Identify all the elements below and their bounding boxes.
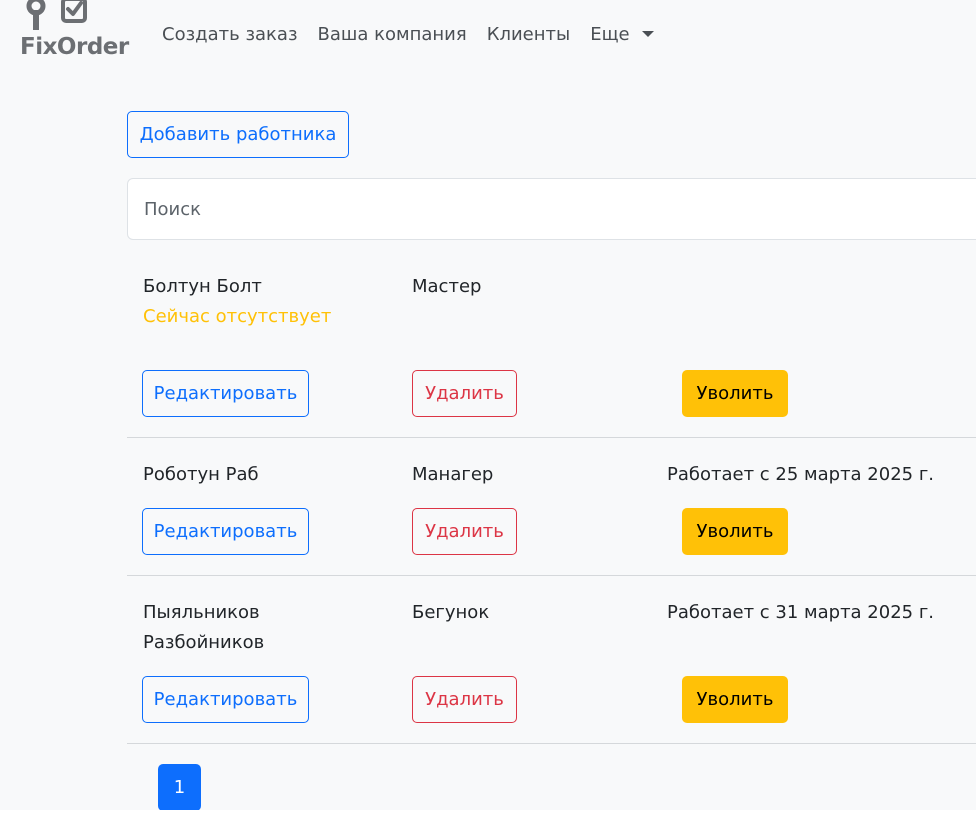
row-divider <box>127 437 976 438</box>
fire-button[interactable]: Уволить <box>682 508 788 555</box>
fire-button[interactable]: Уволить <box>682 676 788 723</box>
nav-your-company[interactable]: Ваша компания <box>318 24 467 45</box>
employee-since: Работает с 31 марта 2025 г. <box>667 602 935 623</box>
delete-button[interactable]: Удалить <box>412 370 517 417</box>
logo[interactable]: FixOrder <box>18 0 129 68</box>
delete-button[interactable]: Удалить <box>412 676 517 723</box>
employee-name: Болтун Болт <box>143 276 262 297</box>
top-nav: Создать заказ Ваша компания Клиенты Еще <box>162 20 674 48</box>
edit-button[interactable]: Редактировать <box>142 370 309 417</box>
employee-role: Манагер <box>412 464 494 485</box>
employee-role: Мастер <box>412 276 482 297</box>
delete-button[interactable]: Удалить <box>412 508 517 555</box>
edit-button[interactable]: Редактировать <box>142 676 309 723</box>
search-input[interactable] <box>127 178 976 240</box>
add-employee-button[interactable]: Добавить работника <box>127 111 349 158</box>
employee-name: Роботун Раб <box>143 464 259 485</box>
employee-name: Пыяльников <box>143 602 260 623</box>
fire-button[interactable]: Уволить <box>682 370 788 417</box>
employee-since: Работает с 25 марта 2025 г. <box>667 464 935 485</box>
employee-name-line2: Разбойников <box>143 632 265 653</box>
employee-status: Сейчас отсутствует <box>143 306 332 327</box>
logo-text: FixOrder <box>20 34 129 60</box>
caret-down-icon <box>641 31 654 37</box>
row-divider <box>127 743 976 744</box>
nav-clients[interactable]: Клиенты <box>487 24 571 45</box>
employee-role: Бегунок <box>412 602 490 623</box>
nav-more-label: Еще <box>590 23 630 45</box>
nav-create-order[interactable]: Создать заказ <box>162 24 298 45</box>
nav-more-dropdown[interactable]: Еще <box>590 23 654 45</box>
edit-button[interactable]: Редактировать <box>142 508 309 555</box>
page: FixOrder Создать заказ Ваша компания Кли… <box>0 0 976 810</box>
bottom-strip <box>0 810 976 832</box>
pagination-page-button[interactable]: 1 <box>158 764 201 810</box>
row-divider <box>127 575 976 576</box>
